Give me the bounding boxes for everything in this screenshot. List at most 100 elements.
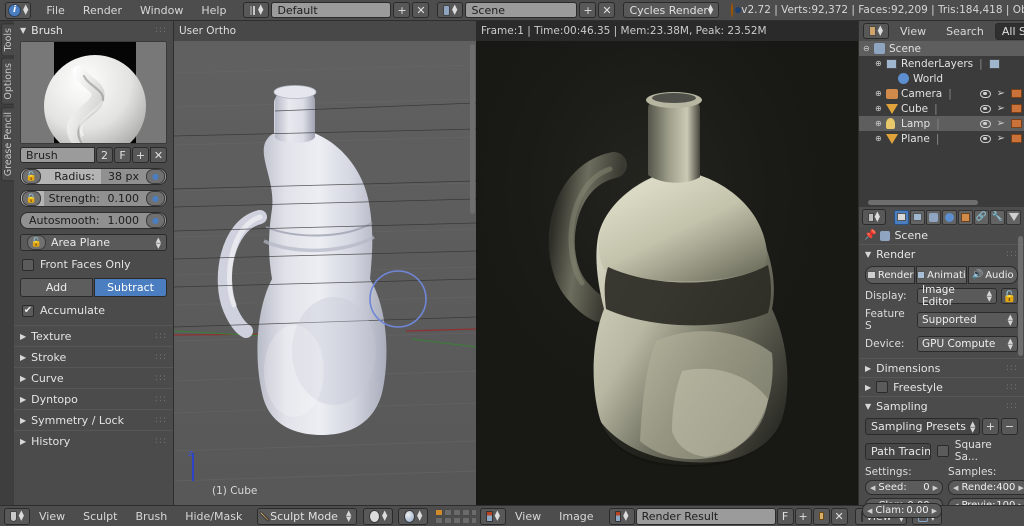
panel-curve[interactable]: ▶ Curve :::	[14, 367, 173, 388]
outliner-row-scene[interactable]: ⊖ Scene	[859, 41, 1024, 56]
autosmooth-slider[interactable]: Autosmooth: 1.000 ●	[20, 212, 167, 229]
expand-toggle-icon[interactable]: ⊕	[875, 104, 886, 113]
square-samples-checkbox[interactable]	[936, 445, 949, 457]
radius-slider[interactable]: 🔓 Radius: 38 px ●	[20, 168, 167, 185]
outliner-row-lamp[interactable]: ⊕ Lamp | ➢	[859, 116, 1024, 131]
tab-render-layers[interactable]	[910, 209, 925, 225]
outliner-row-camera[interactable]: ⊕ Camera | ➢	[859, 86, 1024, 101]
add-button[interactable]: Add	[20, 278, 93, 297]
render-audio-button[interactable]: 🔊 Audio	[967, 266, 1018, 284]
expand-toggle-icon[interactable]: ⊕	[875, 59, 886, 68]
add-preset-button[interactable]: +	[982, 418, 999, 435]
display-dropdown[interactable]: Image Editor ▲ ▼	[917, 284, 997, 308]
render-engine-selector[interactable]: Cycles Render ▲ ▼	[623, 2, 720, 18]
brush-new-button[interactable]: +	[132, 147, 149, 163]
viewport-canvas[interactable]: z (1) Cube	[174, 41, 476, 505]
render-section-header[interactable]: ▼ Render :::	[859, 244, 1024, 263]
selectability-icon[interactable]: ➢	[997, 88, 1005, 99]
samples-field-0[interactable]: ◀ Rende: 400 ▶	[948, 480, 1024, 495]
outliner[interactable]: ▲▼ View Search All Scenes ⊖Scene⊕RenderL…	[858, 21, 1024, 207]
visibility-icon[interactable]	[979, 119, 991, 128]
image-fake-user-button[interactable]: F	[776, 507, 794, 525]
outliner-menu-view[interactable]: View	[891, 25, 935, 38]
renderability-icon[interactable]	[1011, 119, 1022, 128]
feature-set-dropdown[interactable]: Supported ▲ ▼	[917, 312, 1018, 328]
brush-panel-header[interactable]: ▼ Brush :::	[14, 21, 173, 39]
pivot-point-dropdown[interactable]: ▲ ▼	[398, 507, 429, 525]
integrator-dropdown[interactable]: Path Tracing ▲▼	[865, 442, 931, 460]
panel-symmetry-lock[interactable]: ▶ Symmetry / Lock :::	[14, 409, 173, 430]
display-lock-button[interactable]: 🔓	[1001, 288, 1018, 304]
menu-window[interactable]: Window	[131, 4, 192, 17]
viewport-scrollbar-vertical[interactable]	[470, 44, 475, 214]
visibility-icon[interactable]	[979, 134, 991, 143]
viewport-menu-view[interactable]: View	[30, 510, 74, 523]
properties-editor[interactable]: ▲ ▼ 🔗 🔧 📌 Scene ▼ Render::: Render Anim…	[858, 207, 1024, 505]
outliner-scrollbar-horizontal[interactable]	[868, 200, 978, 205]
outliner-row-cube[interactable]: ⊕ Cube | ➢	[859, 101, 1024, 116]
viewport-menu-sculpt[interactable]: Sculpt	[74, 510, 126, 523]
image-editor-type-button[interactable]: ▲ ▼	[480, 507, 506, 525]
panel-dyntopo[interactable]: ▶ Dyntopo :::	[14, 388, 173, 409]
plane-mode-dropdown[interactable]: 🔓 Area Plane ▲ ▼	[20, 234, 167, 251]
autosmooth-unit-toggle[interactable]: ●	[146, 213, 165, 228]
menu-file[interactable]: File	[37, 4, 73, 17]
image-name-field[interactable]: Render Result	[635, 507, 776, 525]
viewport-shading-dropdown[interactable]: ▲ ▼	[363, 507, 394, 525]
render-image-button[interactable]: Render	[865, 266, 916, 284]
render-result-canvas[interactable]	[476, 41, 858, 505]
outliner-display-mode[interactable]: All Scenes	[994, 22, 1024, 40]
renderability-icon[interactable]	[1011, 89, 1022, 98]
layout-icon-button[interactable]: ▲ ▼	[243, 2, 270, 18]
delete-scene-button[interactable]: ✕	[598, 2, 616, 18]
brush-preview-thumbnail[interactable]	[20, 41, 167, 144]
brush-users-count[interactable]: 2	[96, 147, 113, 163]
visibility-icon[interactable]	[979, 89, 991, 98]
selectability-icon[interactable]: ➢	[997, 118, 1005, 129]
viewport-menu-hide-mask[interactable]: Hide/Mask	[176, 510, 251, 523]
image-menu-view[interactable]: View	[506, 510, 550, 523]
new-image-button[interactable]: +	[794, 507, 812, 525]
delete-layout-button[interactable]: ✕	[412, 2, 430, 18]
viewport-editor-type-button[interactable]: ▲ ▼	[4, 507, 30, 525]
expand-toggle-icon[interactable]: ⊕	[875, 134, 886, 143]
properties-editor-type-button[interactable]: ▲ ▼	[862, 209, 886, 225]
menu-help[interactable]: Help	[192, 4, 235, 17]
arrow-right-icon[interactable]: ▶	[932, 507, 937, 515]
arrow-right-icon[interactable]: ▶	[1018, 484, 1023, 492]
panel-stroke[interactable]: ▶ Stroke :::	[14, 346, 173, 367]
interaction-mode-dropdown[interactable]: Sculpt Mode ▲ ▼	[257, 507, 358, 525]
pin-icon[interactable]: 📌	[864, 230, 876, 241]
tab-constraints-properties[interactable]: 🔗	[974, 209, 989, 225]
editor-type-selector[interactable]: i ▲ ▼	[5, 1, 32, 19]
scene-layers-first[interactable]	[435, 508, 480, 524]
renderlayer-icon[interactable]	[989, 58, 1000, 69]
open-image-button[interactable]	[812, 507, 830, 525]
add-layout-button[interactable]: +	[393, 2, 411, 18]
panel-history[interactable]: ▶ History :::	[14, 430, 173, 451]
remove-preset-button[interactable]: −	[1001, 418, 1018, 435]
outliner-menu-search[interactable]: Search	[937, 25, 993, 38]
subtract-button[interactable]: Subtract	[94, 278, 167, 297]
front-faces-only-row[interactable]: Front Faces Only	[20, 258, 167, 271]
freestyle-section-header[interactable]: ▶ Freestyle :::	[859, 377, 1024, 396]
tab-object-properties[interactable]	[958, 209, 973, 225]
sampling-section-header[interactable]: ▼ Sampling :::	[859, 396, 1024, 415]
tab-modifier-properties[interactable]: 🔧	[990, 209, 1005, 225]
freestyle-checkbox[interactable]	[876, 381, 889, 393]
tab-world-properties[interactable]	[942, 209, 957, 225]
accumulate-checkbox[interactable]: ✔	[22, 304, 34, 317]
tab-scene-properties[interactable]	[926, 209, 941, 225]
clamp-indirect-field[interactable]: ◀ Clam: 0.00 ▶	[862, 503, 942, 518]
selectability-icon[interactable]: ➢	[997, 133, 1005, 144]
tab-render-properties[interactable]	[894, 209, 909, 225]
scene-icon-button[interactable]: ▲ ▼	[437, 2, 464, 18]
selectability-icon[interactable]: ➢	[997, 103, 1005, 114]
image-menu-image[interactable]: Image	[550, 510, 602, 523]
layout-name-field[interactable]: Default	[271, 2, 392, 18]
accumulate-row[interactable]: ✔ Accumulate	[20, 304, 167, 317]
strength-slider[interactable]: 🔒 Strength: 0.100 ●	[20, 190, 167, 207]
radius-lock-icon[interactable]: 🔓	[22, 169, 41, 184]
outliner-row-plane[interactable]: ⊕ Plane | ➢	[859, 131, 1024, 146]
add-scene-button[interactable]: +	[579, 2, 597, 18]
